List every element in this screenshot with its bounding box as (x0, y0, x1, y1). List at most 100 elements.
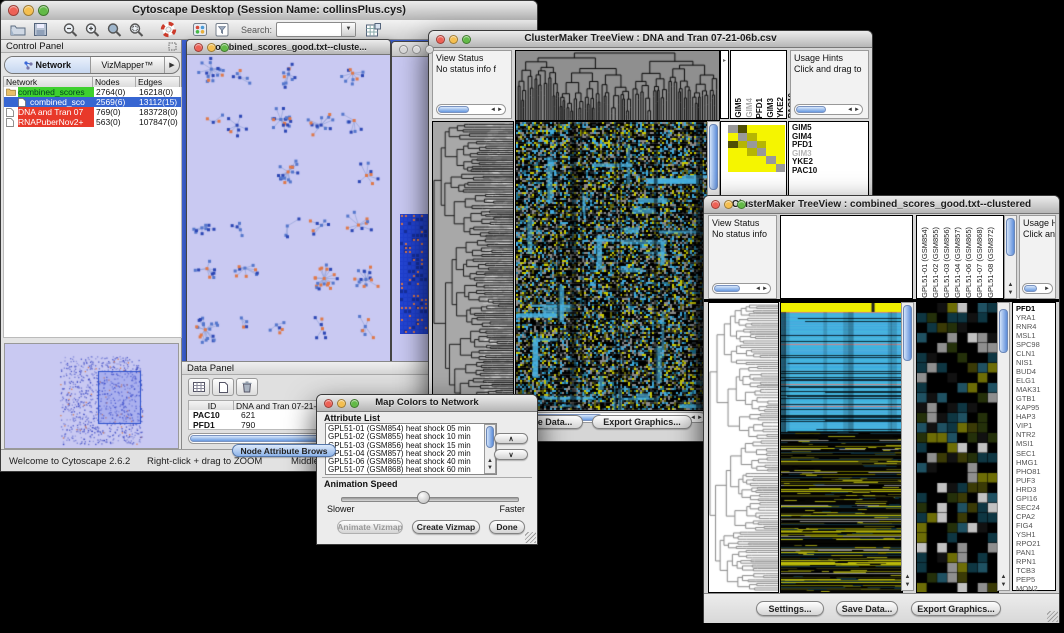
column-label[interactable]: GPL51-08 (GSM872) (985, 227, 996, 298)
usage-hints-scrollbar[interactable]: ► (1022, 283, 1053, 294)
gene-label[interactable]: HMG1 (1016, 458, 1055, 467)
animation-speed-slider-thumb[interactable] (417, 491, 430, 504)
gene-label[interactable]: MSI1 (1016, 439, 1055, 448)
gene-label[interactable]: NIS1 (1016, 358, 1055, 367)
scroll-up-icon[interactable]: ▲ (902, 574, 913, 581)
zoom-in-button[interactable] (81, 20, 103, 39)
scroll-right-icon[interactable]: ► (854, 106, 860, 114)
minimize-button[interactable] (207, 43, 216, 52)
main-heatmap-canvas[interactable] (780, 302, 903, 593)
treeview-combined-titlebar[interactable]: ClusterMaker TreeView : combined_scores_… (704, 196, 1059, 214)
gene-label[interactable]: MON2 (1016, 584, 1055, 593)
zoom-button[interactable] (425, 45, 434, 54)
vizmapper-toolbar-button[interactable] (189, 20, 211, 39)
gene-label[interactable]: PAC10 (792, 167, 868, 176)
scroll-left-icon[interactable]: ◄ (755, 285, 761, 293)
gene-label[interactable]: SPC98 (1016, 340, 1055, 349)
tab-vizmapper[interactable]: VizMapper™ (91, 57, 164, 73)
search-input[interactable]: ▼ (276, 22, 356, 37)
minimize-button[interactable] (724, 200, 733, 209)
scrollbar-thumb[interactable] (999, 309, 1008, 353)
gene-label[interactable]: SEC1 (1016, 449, 1055, 458)
zoom-vscrollbar[interactable]: ▲ ▼ (997, 302, 1010, 591)
gene-label[interactable]: RNR4 (1016, 322, 1055, 331)
open-session-button[interactable] (7, 20, 29, 39)
scroll-down-icon[interactable]: ▼ (1005, 290, 1016, 297)
gene-label[interactable]: NTR2 (1016, 430, 1055, 439)
gene-label[interactable]: PAN1 (1016, 548, 1055, 557)
treeview-dna-titlebar[interactable]: ClusterMaker TreeView : DNA and Tran 07-… (429, 31, 872, 48)
column-label[interactable]: GPL51-07 (GSM868) (974, 227, 985, 298)
column-label[interactable]: GIM3 (766, 98, 776, 118)
gene-label[interactable]: HAP3 (1016, 412, 1055, 421)
tab-network[interactable]: Network (5, 57, 91, 73)
scroll-down-icon[interactable]: ▼ (485, 465, 495, 472)
birdseye-overview-canvas[interactable] (4, 343, 179, 449)
column-label[interactable]: GPL51-02 (GSM855) (930, 227, 941, 298)
scroll-left-icon[interactable]: ◄ (490, 106, 496, 114)
column-label[interactable]: GIM5 (734, 98, 744, 118)
search-dropdown-caret-icon[interactable]: ▼ (341, 23, 355, 36)
minimize-button[interactable] (23, 5, 34, 16)
main-titlebar[interactable]: Cytoscape Desktop (Session Name: collins… (1, 1, 537, 21)
resize-grip[interactable] (1047, 611, 1058, 622)
tab-overflow-button[interactable]: ▶ (164, 57, 179, 73)
move-up-button[interactable]: ∧ (494, 433, 528, 444)
zoom-button[interactable] (737, 200, 746, 209)
float-panel-icon[interactable] (168, 42, 177, 51)
network-list-row[interactable]: DNA and Tran 07769(0)183728(0) (4, 107, 181, 117)
scrollbar-thumb[interactable] (714, 285, 740, 292)
zoom-button[interactable] (462, 35, 471, 44)
gene-label[interactable]: CPA2 (1016, 512, 1055, 521)
data-panel-select-attributes-button[interactable] (188, 378, 210, 396)
zoom-out-button[interactable] (59, 20, 81, 39)
scroll-up-icon[interactable]: ▲ (485, 458, 495, 465)
scrollbar-thumb[interactable] (903, 305, 912, 361)
scroll-left-icon[interactable]: ◄ (847, 106, 853, 114)
resize-grip[interactable] (525, 532, 536, 543)
column-label[interactable]: PFD1 (755, 98, 765, 118)
column-label[interactable]: GPL51-06 (GSM865) (963, 227, 974, 298)
zoomed-heatmap-canvas[interactable] (916, 302, 999, 593)
zoom-button[interactable] (220, 43, 229, 52)
scroll-right-icon[interactable]: ► (762, 285, 768, 293)
dialog-titlebar[interactable]: Map Colors to Network (317, 395, 537, 412)
column-label[interactable]: GPL51-04 (GSM857) (952, 227, 963, 298)
gene-label[interactable]: YRA1 (1016, 313, 1055, 322)
scroll-right-icon[interactable]: ► (497, 106, 503, 114)
column-label[interactable]: YKE2 (776, 97, 786, 118)
close-button[interactable] (324, 399, 333, 408)
settings-button[interactable]: Settings... (756, 601, 824, 616)
close-button[interactable] (711, 200, 720, 209)
scrollbar-thumb[interactable] (1024, 285, 1037, 292)
export-graphics-button[interactable]: Export Graphics... (592, 415, 692, 429)
main-heatmap-canvas[interactable] (515, 121, 708, 411)
gene-label[interactable]: RPO21 (1016, 539, 1055, 548)
gene-label[interactable]: PUF3 (1016, 476, 1055, 485)
import-table-button[interactable] (362, 20, 384, 39)
gene-label[interactable]: HRD3 (1016, 485, 1055, 494)
save-data-button[interactable]: Save Data... (836, 601, 898, 616)
heatmap-vscrollbar[interactable]: ▲ ▼ (901, 302, 914, 591)
network-view-titlebar[interactable]: combined_scores_good.txt--cluste... (187, 40, 390, 55)
gene-label[interactable]: PHO81 (1016, 467, 1055, 476)
zoom-button[interactable] (38, 5, 49, 16)
gene-label[interactable]: FIG4 (1016, 521, 1055, 530)
network-list-row[interactable]: combined_scores2764(0)16218(0) (4, 87, 181, 97)
scrollbar-thumb[interactable] (1006, 218, 1015, 256)
zoom-button[interactable] (350, 399, 359, 408)
view-status-scrollbar[interactable]: ◄ ► (712, 283, 771, 294)
dendrogram-splitter[interactable]: ▸ (720, 50, 729, 119)
gene-label[interactable]: RPN1 (1016, 557, 1055, 566)
gene-label[interactable]: GPI16 (1016, 494, 1055, 503)
view-status-scrollbar[interactable]: ◄ ► (436, 104, 506, 115)
minimize-button[interactable] (412, 45, 421, 54)
move-down-button[interactable]: ∨ (494, 449, 528, 460)
attribute-list[interactable]: GPL51-01 (GSM854) heat shock 05 minGPL51… (325, 423, 497, 475)
done-button[interactable]: Done (489, 520, 525, 534)
zoom-selected-button[interactable] (103, 20, 125, 39)
export-graphics-button[interactable]: Export Graphics... (911, 601, 1001, 616)
column-label[interactable]: GPL51-01 (GSM854) (919, 227, 930, 298)
animate-vizmap-button[interactable]: Animate Vizmap (337, 520, 403, 534)
network-list-row[interactable]: RNAPuberNov2+563(0)107847(0) (4, 117, 181, 127)
